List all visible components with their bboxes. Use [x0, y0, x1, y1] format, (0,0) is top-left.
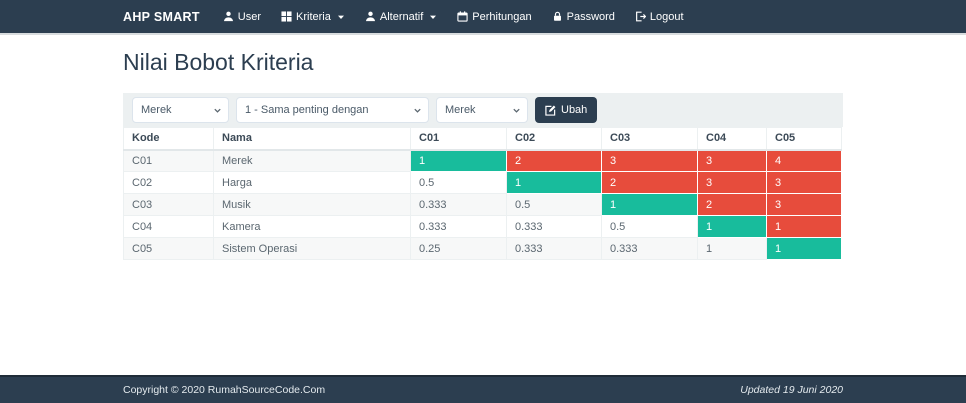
cell-value-c04: 3 [697, 149, 767, 172]
cell-kode: C03 [123, 193, 214, 216]
cell-value-c04: 3 [697, 171, 767, 194]
cell-value-c03: 0.5 [601, 215, 698, 238]
table-row-c02: C02 Harga 0.5 1 2 3 3 [123, 171, 842, 194]
cell-value-c01: 0.333 [410, 215, 507, 238]
cell-value-c03: 0.333 [601, 237, 698, 260]
nav-item-user[interactable]: User [213, 0, 271, 33]
nav-item-alternatif[interactable]: Alternatif [355, 0, 447, 33]
kriteria1-select[interactable]: Merek [132, 97, 229, 123]
navbar-menu: User Kriteria Alternatif Perhitungan Pas… [213, 0, 694, 33]
column-header-c03: C03 [601, 127, 698, 151]
cell-kode: C05 [123, 237, 214, 260]
cell-nama: Musik [213, 193, 411, 216]
column-header-c02: C02 [506, 127, 602, 151]
footer-copyright: Copyright © 2020 RumahSourceCode.Com [123, 384, 326, 396]
table-row-c01: C01 Merek 1 2 3 3 4 [123, 149, 842, 172]
page-title: Nilai Bobot Kriteria [123, 49, 314, 75]
brand-logo[interactable]: AHP SMART [123, 0, 200, 33]
cell-value-c04: 1 [697, 215, 767, 238]
nav-item-logout[interactable]: Logout [625, 0, 694, 33]
user-icon [365, 11, 376, 22]
grid-icon [281, 11, 292, 22]
bobot-kriteria-table: Kode Nama C01 C02 C03 C04 C05 C01 Merek 1 2 3 3 4 C02… [123, 127, 842, 260]
cell-value-c02: 0.5 [506, 193, 602, 216]
kriteria2-select[interactable]: Merek [436, 97, 528, 123]
cell-value-c04: 2 [697, 193, 767, 216]
cell-kode: C04 [123, 215, 214, 238]
cell-value-c02: 2 [506, 149, 602, 172]
footer: Copyright © 2020 RumahSourceCode.Com Upd… [0, 375, 966, 403]
cell-kode: C01 [123, 149, 214, 172]
nav-item-kriteria[interactable]: Kriteria [271, 0, 355, 33]
table-row-c04: C04 Kamera 0.333 0.333 0.5 1 1 [123, 215, 842, 238]
cell-value-c05: 3 [766, 171, 842, 194]
cell-value-c03: 2 [601, 171, 698, 194]
column-header-c01: C01 [410, 127, 507, 151]
cell-value-c03: 3 [601, 149, 698, 172]
user-icon [223, 11, 234, 22]
cell-value-c05: 1 [766, 215, 842, 238]
kriteria1-select-wrap: Merek [132, 97, 229, 123]
table-row-c05: C05 Sistem Operasi 0.25 0.333 0.333 1 1 [123, 237, 842, 260]
ubah-button-label: Ubah [561, 104, 588, 116]
column-header-kode: Kode [123, 127, 214, 151]
comparison-form: Merek 1 - Sama penting dengan Merek Ubah [123, 93, 843, 127]
cell-nama: Kamera [213, 215, 411, 238]
cell-value-c03: 1 [601, 193, 698, 216]
cell-value-c05: 4 [766, 149, 842, 172]
cell-value-c02: 1 [506, 171, 602, 194]
cell-value-c04: 1 [697, 237, 767, 260]
table-header-row: Kode Nama C01 C02 C03 C04 C05 [123, 127, 842, 151]
cell-value-c02: 0.333 [506, 237, 602, 260]
kriteria2-select-wrap: Merek [436, 97, 528, 123]
cell-value-c02: 0.333 [506, 215, 602, 238]
nilai-select-wrap: 1 - Sama penting dengan [236, 97, 429, 123]
column-header-c05: C05 [766, 127, 842, 151]
calendar-icon [457, 11, 468, 22]
cell-value-c05: 3 [766, 193, 842, 216]
nav-item-password[interactable]: Password [542, 0, 625, 33]
main-content: Nilai Bobot Kriteria Merek 1 - Sama pent… [123, 35, 843, 260]
edit-icon [545, 105, 556, 116]
top-navbar: AHP SMART User Kriteria Alternatif Perhi… [0, 0, 966, 35]
nav-item-perhitungan[interactable]: Perhitungan [447, 0, 541, 33]
cell-nama: Harga [213, 171, 411, 194]
cell-value-c01: 0.25 [410, 237, 507, 260]
column-header-c04: C04 [697, 127, 767, 151]
ubah-button[interactable]: Ubah [535, 97, 598, 123]
cell-nama: Merek [213, 149, 411, 172]
column-header-nama: Nama [213, 127, 411, 151]
cell-value-c01: 0.333 [410, 193, 507, 216]
caret-down-icon [429, 13, 437, 21]
nilai-perbandingan-select[interactable]: 1 - Sama penting dengan [236, 97, 429, 123]
caret-down-icon [337, 13, 345, 21]
lock-icon [552, 11, 563, 22]
footer-updated: Updated 19 Juni 2020 [740, 384, 843, 396]
cell-value-c01: 0.5 [410, 171, 507, 194]
cell-kode: C02 [123, 171, 214, 194]
table-body: C01 Merek 1 2 3 3 4 C02 Harga 0.5 1 2 3 3 C03 Musik 0.33… [123, 149, 842, 260]
table-row-c03: C03 Musik 0.333 0.5 1 2 3 [123, 193, 842, 216]
logout-icon [635, 11, 646, 22]
cell-value-c05: 1 [766, 237, 842, 260]
cell-nama: Sistem Operasi [213, 237, 411, 260]
cell-value-c01: 1 [410, 149, 507, 172]
